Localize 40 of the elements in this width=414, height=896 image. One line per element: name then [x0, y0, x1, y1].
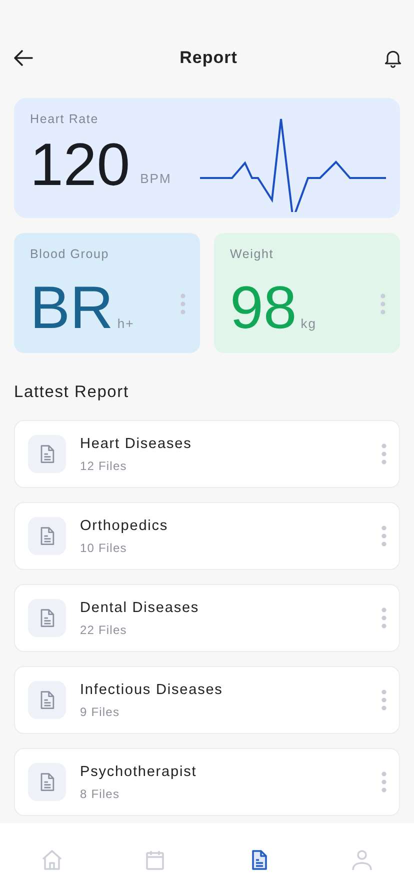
card-label: Weight: [230, 247, 274, 261]
more-icon[interactable]: [380, 293, 386, 315]
report-item[interactable]: Infectious Diseases 9 Files: [14, 666, 400, 734]
file-count: 22 Files: [80, 622, 128, 636]
document-icon: [28, 763, 66, 801]
report-title: Orthopedics: [80, 518, 170, 534]
report-item[interactable]: Dental Diseases 22 Files: [14, 584, 400, 652]
report-title: Heart Diseases: [80, 436, 193, 452]
page-title: Report: [180, 48, 238, 68]
document-icon: [28, 517, 66, 555]
report-title: Psychotherapist: [80, 764, 198, 780]
more-icon[interactable]: [381, 525, 387, 547]
more-icon[interactable]: [381, 607, 387, 629]
more-icon[interactable]: [381, 689, 387, 711]
document-icon: [28, 435, 66, 473]
unit-label: BPM: [140, 171, 172, 186]
report-title: Infectious Diseases: [80, 682, 224, 698]
stat-value: BR: [30, 275, 114, 341]
file-count: 8 Files: [80, 786, 121, 800]
file-count: 10 Files: [80, 540, 128, 554]
card-label: Heart Rate: [30, 112, 100, 126]
unit-label: h+: [117, 316, 134, 331]
stat-value: 98: [230, 275, 297, 341]
heart-rate-value: 120: [30, 132, 130, 198]
more-icon[interactable]: [180, 293, 186, 315]
section-title: Lattest Report: [14, 383, 130, 402]
card-label: Blood Group: [30, 247, 110, 261]
file-count: 12 Files: [80, 458, 128, 472]
unit-label: kg: [300, 316, 316, 331]
document-icon: [28, 599, 66, 637]
more-icon[interactable]: [381, 771, 387, 793]
file-count: 9 Files: [80, 704, 121, 718]
report-item[interactable]: Heart Diseases 12 Files: [14, 420, 400, 488]
document-icon: [28, 681, 66, 719]
report-item[interactable]: Orthopedics 10 Files: [14, 502, 400, 570]
report-item[interactable]: Psychotherapist 8 Files: [14, 748, 400, 816]
report-title: Dental Diseases: [80, 600, 200, 616]
home-icon[interactable]: [40, 848, 64, 872]
person-icon[interactable]: [350, 848, 374, 872]
more-icon[interactable]: [381, 443, 387, 465]
